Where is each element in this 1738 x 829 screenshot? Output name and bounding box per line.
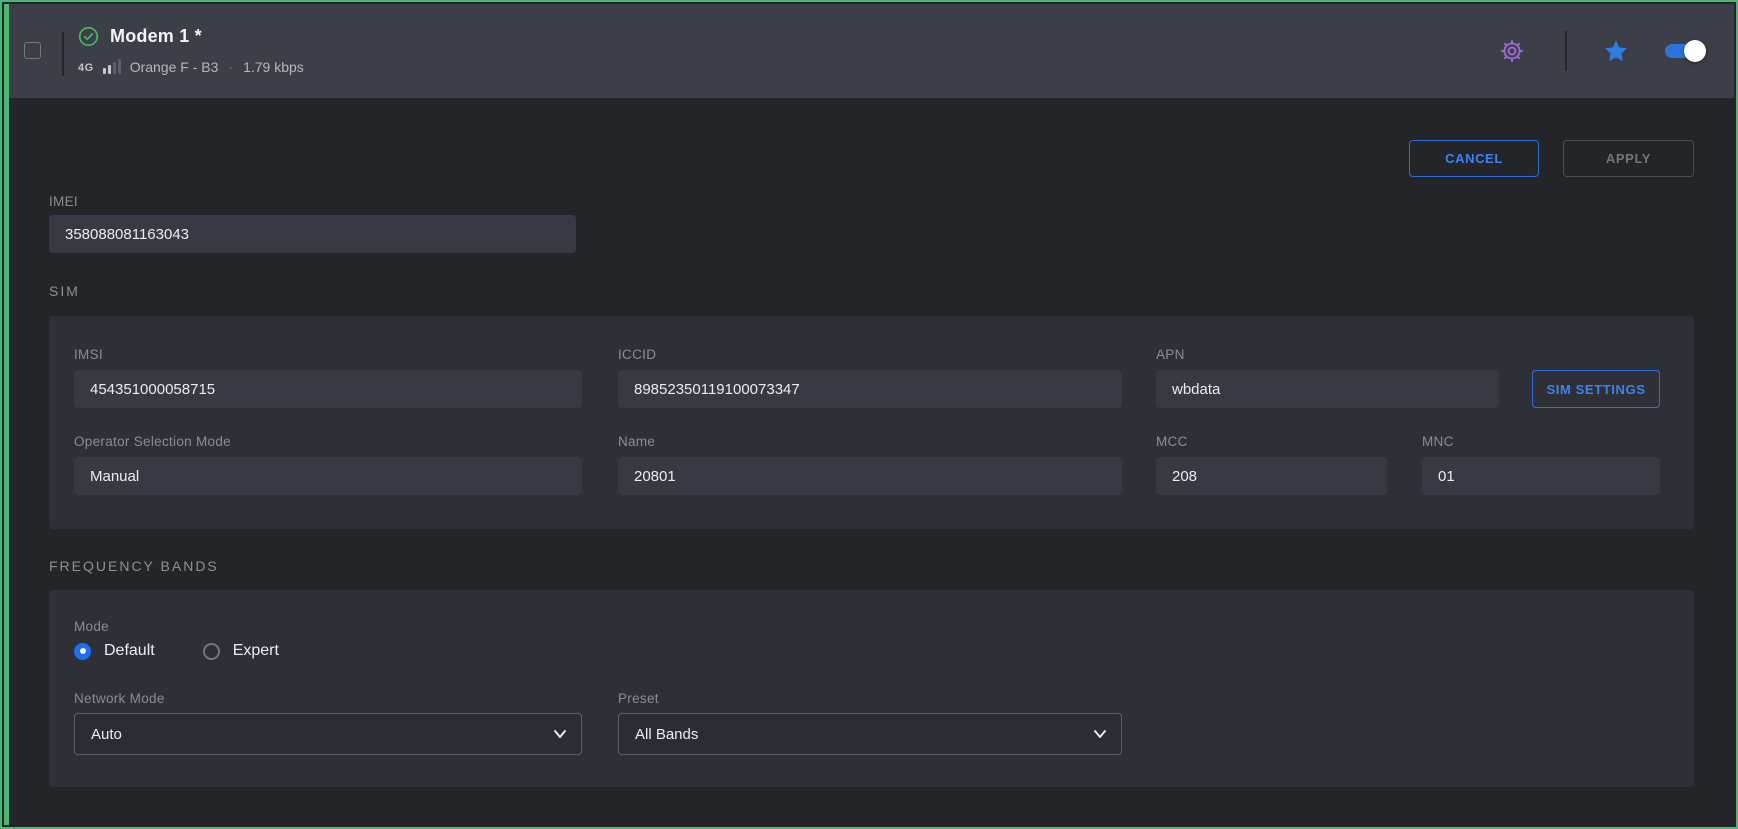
network-mode-select[interactable]: Auto (74, 713, 582, 755)
mnc-input[interactable]: 01 (1422, 457, 1660, 495)
apn-input[interactable]: wbdata (1156, 370, 1499, 408)
name-label: Name (618, 434, 655, 449)
mode-label: Mode (74, 619, 109, 634)
apply-button[interactable]: APPLY (1563, 140, 1694, 177)
sim-section-label: SIM (49, 283, 80, 299)
imsi-input[interactable]: 454351000058715 (74, 370, 582, 408)
preset-select[interactable]: All Bands (618, 713, 1122, 755)
header-actions-divider (1565, 31, 1567, 71)
operator-selection-mode-input[interactable]: Manual (74, 457, 582, 495)
operator-name: Orange F - B3 (130, 59, 219, 75)
modem-header: Modem 1 * 4G Orange F - B3 · 1.79 kbps (9, 4, 1734, 98)
chevron-down-icon (553, 729, 567, 739)
sim-panel: IMSI 454351000058715 ICCID 8985235011910… (49, 316, 1694, 529)
iccid-label: ICCID (618, 347, 656, 362)
network-mode-label: Network Mode (74, 691, 165, 706)
modem-title: Modem 1 * (110, 26, 202, 47)
mnc-label: MNC (1422, 434, 1454, 449)
iccid-input[interactable]: 89852350119100073347 (618, 370, 1122, 408)
preset-label: Preset (618, 691, 659, 706)
gear-icon[interactable] (1497, 36, 1527, 66)
dot-separator: · (227, 59, 234, 75)
sim-settings-button[interactable]: SIM SETTINGS (1532, 370, 1660, 408)
imei-label: IMEI (49, 194, 78, 209)
operator-selection-mode-label: Operator Selection Mode (74, 434, 231, 449)
mcc-input[interactable]: 208 (1156, 457, 1387, 495)
network-tech-label: 4G (78, 62, 94, 75)
imei-input[interactable]: 358088081163043 (49, 215, 576, 253)
radio-unselected-icon[interactable] (203, 643, 220, 660)
modem-identity: Modem 1 * 4G Orange F - B3 · 1.79 kbps (78, 26, 304, 75)
modem-select-checkbox[interactable] (24, 42, 41, 59)
throughput-value: 1.79 kbps (243, 59, 304, 75)
header-actions (1497, 4, 1703, 98)
cancel-button[interactable]: CANCEL (1409, 140, 1539, 177)
chevron-down-icon (1093, 729, 1107, 739)
frequency-bands-panel: Mode Default Expert Network Mode Auto Pr… (49, 590, 1694, 787)
power-toggle[interactable] (1665, 44, 1703, 58)
header-divider (62, 32, 64, 76)
mode-radio-group: Default Expert (74, 642, 279, 660)
mode-option-expert[interactable]: Expert (203, 642, 279, 660)
apn-label: APN (1156, 347, 1185, 362)
signal-bars-icon (103, 59, 121, 75)
modem-settings-body: CANCEL APPLY IMEI 358088081163043 SIM IM… (9, 98, 1734, 825)
star-icon[interactable] (1601, 36, 1631, 66)
power-toggle-knob[interactable] (1684, 40, 1706, 62)
modem-card: Modem 1 * 4G Orange F - B3 · 1.79 kbps (0, 0, 1738, 829)
check-circle-icon (78, 26, 99, 47)
frequency-bands-section-label: FREQUENCY BANDS (49, 558, 219, 574)
imsi-label: IMSI (74, 347, 103, 362)
mcc-label: MCC (1156, 434, 1188, 449)
name-input[interactable]: 20801 (618, 457, 1122, 495)
mode-option-default[interactable]: Default (74, 642, 155, 660)
radio-selected-icon[interactable] (74, 643, 91, 660)
